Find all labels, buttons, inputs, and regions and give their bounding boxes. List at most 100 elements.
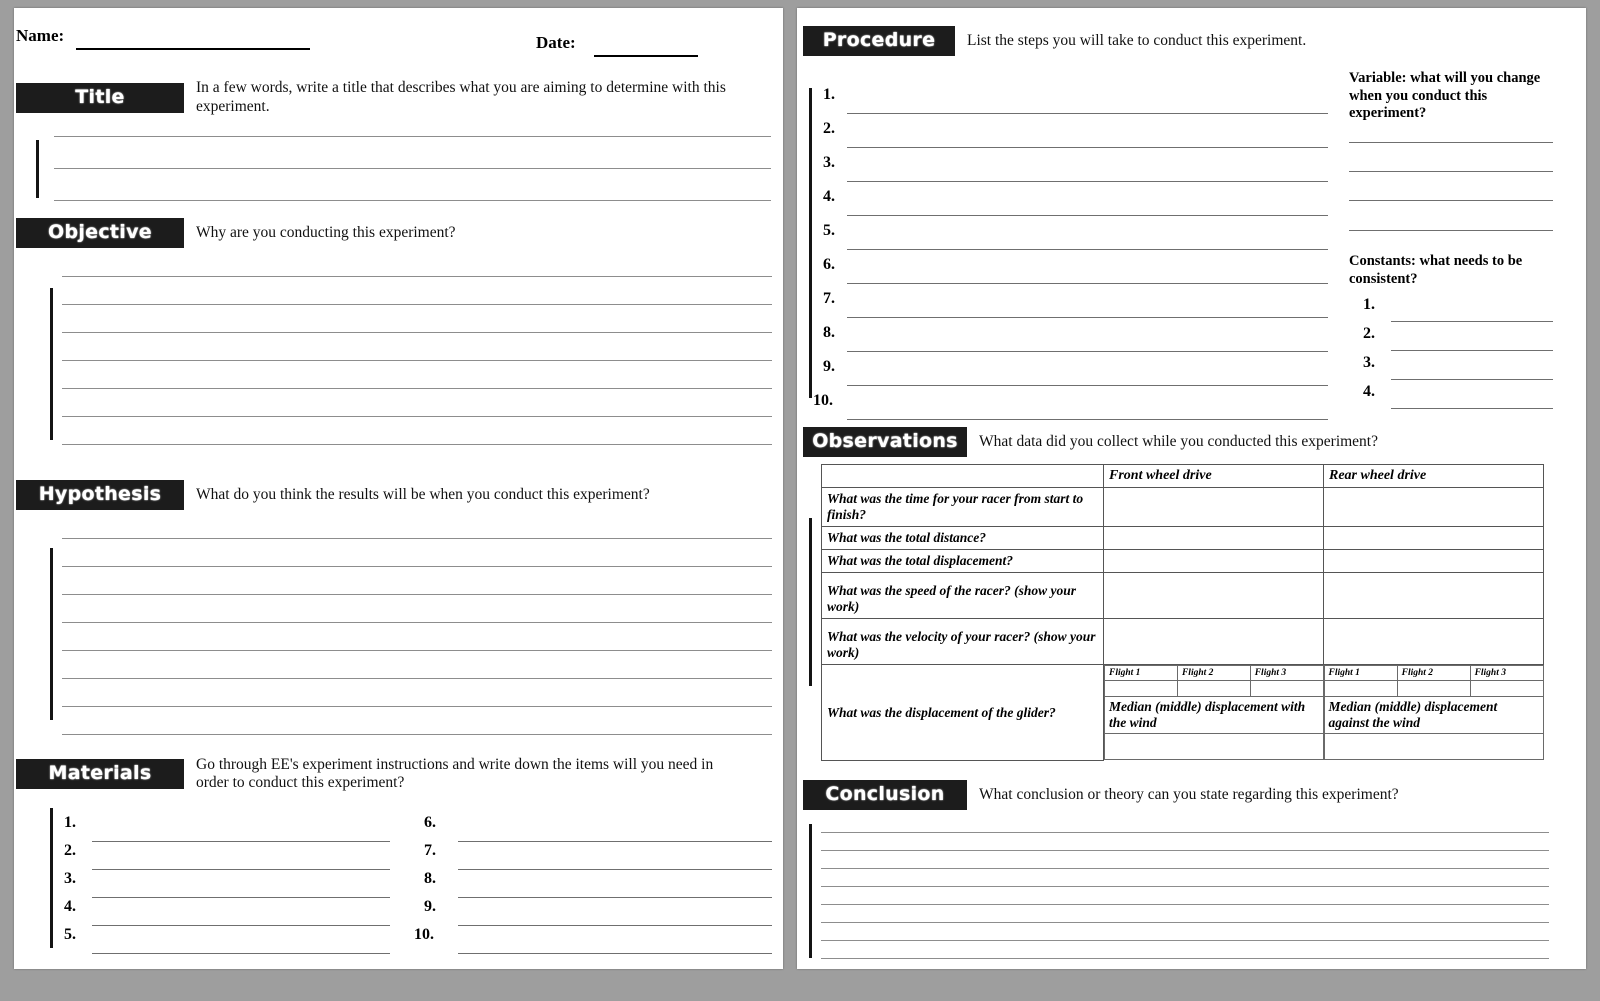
writing-line[interactable] xyxy=(62,594,772,595)
writing-line[interactable] xyxy=(62,388,772,389)
material-item[interactable]: 10. xyxy=(414,926,772,954)
procedure-input-rule[interactable] xyxy=(847,385,1328,386)
writing-line[interactable] xyxy=(821,850,1549,851)
constant-item[interactable]: 3. xyxy=(1363,354,1553,380)
procedure-input-rule[interactable] xyxy=(847,317,1328,318)
procedure-step[interactable]: 5. xyxy=(823,222,1328,250)
writing-line[interactable] xyxy=(62,444,772,445)
procedure-number: 10. xyxy=(813,392,833,409)
table-answer-cell[interactable] xyxy=(1103,618,1324,665)
flight-value-cell[interactable] xyxy=(1176,680,1251,697)
flight-value-cell[interactable] xyxy=(1323,680,1398,697)
procedure-step[interactable]: 10. xyxy=(813,392,1328,420)
writing-line[interactable] xyxy=(821,868,1549,869)
constant-input-rule[interactable] xyxy=(1391,379,1553,380)
procedure-step[interactable]: 7. xyxy=(823,290,1328,318)
procedure-input-rule[interactable] xyxy=(847,283,1328,284)
writing-line[interactable] xyxy=(62,538,772,539)
material-item[interactable]: 2. xyxy=(64,842,394,870)
writing-line[interactable] xyxy=(62,706,772,707)
writing-line[interactable] xyxy=(54,136,771,137)
table-answer-cell[interactable] xyxy=(1323,549,1544,573)
procedure-step[interactable]: 2. xyxy=(823,120,1328,148)
writing-line[interactable] xyxy=(54,200,771,201)
writing-line[interactable] xyxy=(62,332,772,333)
writing-line[interactable] xyxy=(62,304,772,305)
constant-input-rule[interactable] xyxy=(1391,321,1553,322)
hypothesis-writing-lines[interactable] xyxy=(62,516,772,748)
writing-line[interactable] xyxy=(62,678,772,679)
flight-header: Flight 2 xyxy=(1396,665,1471,681)
constant-input-rule[interactable] xyxy=(1391,350,1553,351)
flight-value-cell[interactable] xyxy=(1249,680,1324,697)
procedure-input-rule[interactable] xyxy=(847,419,1328,420)
variable-input-rule[interactable] xyxy=(1349,171,1553,172)
accent-bar-observations xyxy=(809,518,812,686)
procedure-step[interactable]: 4. xyxy=(823,188,1328,216)
material-input-rule[interactable] xyxy=(92,953,390,954)
constant-input-rule[interactable] xyxy=(1391,408,1553,409)
conclusion-writing-lines[interactable] xyxy=(821,814,1549,962)
writing-line[interactable] xyxy=(821,886,1549,887)
writing-line[interactable] xyxy=(62,416,772,417)
procedure-input-rule[interactable] xyxy=(847,249,1328,250)
objective-writing-lines[interactable] xyxy=(62,252,772,452)
procedure-step[interactable]: 9. xyxy=(823,358,1328,386)
name-date-row: Name: Date: xyxy=(14,24,783,57)
material-item[interactable]: 8. xyxy=(424,870,772,898)
table-answer-cell[interactable] xyxy=(1323,487,1544,527)
table-answer-cell[interactable] xyxy=(1323,572,1544,619)
median-with-wind-label: Median (middle) displacement with the wi… xyxy=(1104,696,1324,734)
writing-line[interactable] xyxy=(821,904,1549,905)
procedure-step[interactable]: 8. xyxy=(823,324,1328,352)
material-item[interactable]: 7. xyxy=(424,842,772,870)
table-answer-cell[interactable] xyxy=(1103,549,1324,573)
writing-line[interactable] xyxy=(62,276,772,277)
name-input-rule[interactable] xyxy=(76,48,310,50)
variable-input-rule[interactable] xyxy=(1349,230,1553,231)
flight-value-cell[interactable] xyxy=(1104,680,1178,697)
constant-item[interactable]: 1. xyxy=(1363,296,1553,322)
procedure-input-rule[interactable] xyxy=(847,351,1328,352)
writing-line[interactable] xyxy=(821,940,1549,941)
writing-line[interactable] xyxy=(821,958,1549,959)
table-answer-cell[interactable] xyxy=(1103,572,1324,619)
median-value-cell[interactable] xyxy=(1104,733,1324,760)
procedure-step[interactable]: 6. xyxy=(823,256,1328,284)
date-input-rule[interactable] xyxy=(594,55,698,57)
material-item[interactable]: 3. xyxy=(64,870,394,898)
writing-line[interactable] xyxy=(62,360,772,361)
writing-line[interactable] xyxy=(62,650,772,651)
writing-line[interactable] xyxy=(821,922,1549,923)
material-item[interactable]: 5. xyxy=(64,926,394,954)
material-item[interactable]: 1. xyxy=(64,814,394,842)
variable-input-rule[interactable] xyxy=(1349,142,1553,143)
table-answer-cell[interactable] xyxy=(1103,487,1324,527)
procedure-input-rule[interactable] xyxy=(847,113,1328,114)
constant-item[interactable]: 2. xyxy=(1363,325,1553,351)
material-item[interactable]: 6. xyxy=(424,814,772,842)
procedure-input-rule[interactable] xyxy=(847,215,1328,216)
glider-rear-subtable: Flight 1 Flight 2 Flight 3 Median (middl… xyxy=(1323,665,1544,760)
variable-input-rule[interactable] xyxy=(1349,200,1553,201)
title-writing-lines[interactable] xyxy=(54,112,771,208)
material-input-rule[interactable] xyxy=(458,953,772,954)
writing-line[interactable] xyxy=(821,832,1549,833)
procedure-step[interactable]: 3. xyxy=(823,154,1328,182)
procedure-input-rule[interactable] xyxy=(847,147,1328,148)
writing-line[interactable] xyxy=(54,168,771,169)
median-value-cell[interactable] xyxy=(1323,733,1544,760)
flight-value-cell[interactable] xyxy=(1469,680,1544,697)
flight-value-cell[interactable] xyxy=(1396,680,1471,697)
procedure-step[interactable]: 1. xyxy=(823,86,1328,114)
writing-line[interactable] xyxy=(62,566,772,567)
constant-item[interactable]: 4. xyxy=(1363,383,1553,409)
material-item[interactable]: 4. xyxy=(64,898,394,926)
material-item[interactable]: 9. xyxy=(424,898,772,926)
writing-line[interactable] xyxy=(62,622,772,623)
table-answer-cell[interactable] xyxy=(1103,526,1324,550)
procedure-input-rule[interactable] xyxy=(847,181,1328,182)
writing-line[interactable] xyxy=(62,734,772,735)
table-answer-cell[interactable] xyxy=(1323,618,1544,665)
table-answer-cell[interactable] xyxy=(1323,526,1544,550)
